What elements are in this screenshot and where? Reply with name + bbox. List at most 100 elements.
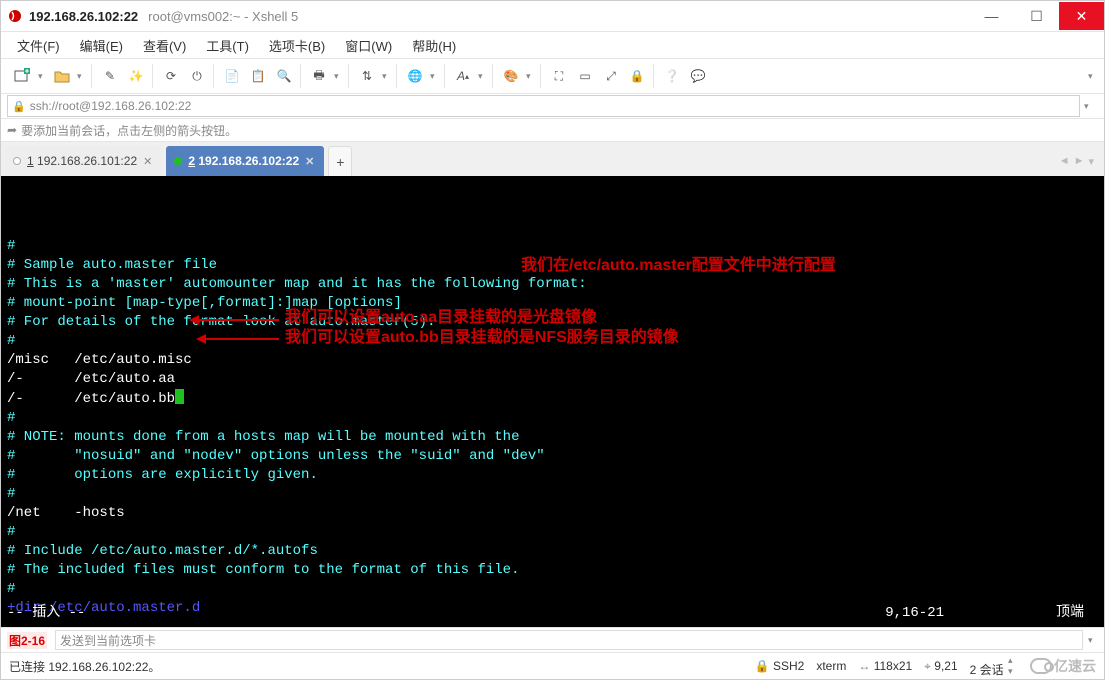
annotation-aa: 我们可以设置auto.aa目录挂载的是光盘镜像 [285, 308, 597, 327]
terminal-line: # NOTE: mounts done from a hosts map wil… [7, 428, 1098, 447]
menu-view[interactable]: 查看(V) [135, 34, 194, 57]
status-connection: 已连接 192.168.26.102:22。 [9, 658, 160, 675]
terminal-line: # "nosuid" and "nodev" options unless th… [7, 447, 1098, 466]
brand-logo: 亿速云 [1030, 656, 1096, 676]
terminal-line: # Include /etc/auto.master.d/*.autofs [7, 542, 1098, 561]
dropdown-icon[interactable]: ▾ [429, 71, 440, 82]
tab-close-icon[interactable]: ✕ [305, 155, 314, 168]
vim-mode: -- 插入 -- [7, 604, 85, 623]
status-pos: ⌖ 9,21 [924, 659, 957, 674]
dropdown-icon[interactable]: ▾ [525, 71, 536, 82]
session-tabs: 1 192.168.26.101:22 ✕ 2 192.168.26.102:2… [1, 141, 1104, 176]
expand-icon[interactable]: ⤢ [599, 64, 623, 88]
wand-icon[interactable]: ✨ [124, 64, 148, 88]
terminal-line: /net -hosts [7, 504, 1098, 523]
terminal-line: # The included files must conform to the… [7, 561, 1098, 580]
terminal-line: # [7, 409, 1098, 428]
menu-tabs[interactable]: 选项卡(B) [261, 34, 333, 57]
window-title: 192.168.26.102:22 [29, 9, 138, 24]
lock-icon[interactable]: 🔒 [625, 64, 649, 88]
terminal-line: # [7, 237, 1098, 256]
menu-help[interactable]: 帮助(H) [404, 34, 464, 57]
cursor-icon [175, 389, 184, 404]
dropdown-icon[interactable]: ▾ [381, 71, 392, 82]
menu-window[interactable]: 窗口(W) [337, 34, 400, 57]
application-window: 192.168.26.102:22 root@vms002:~ - Xshell… [0, 0, 1105, 680]
tab-close-icon[interactable]: ✕ [143, 155, 152, 168]
close-button[interactable]: ✕ [1059, 2, 1104, 30]
dropdown-icon[interactable]: ▾ [76, 71, 87, 82]
address-input[interactable]: 🔒 ssh://root@192.168.26.102:22 [7, 95, 1080, 117]
status-dot-icon [13, 157, 21, 165]
maximize-button[interactable]: ☐ [1014, 2, 1059, 30]
help-icon[interactable]: ❔ [660, 64, 684, 88]
copy-icon[interactable]: 📄 [220, 64, 244, 88]
palette-icon[interactable]: 🎨 [499, 64, 523, 88]
window-controls: — ☐ ✕ [969, 2, 1104, 30]
resize-icon: ↔ [858, 659, 870, 673]
edit-icon[interactable]: ✎ [98, 64, 122, 88]
address-bar: 🔒 ssh://root@192.168.26.102:22 ▾ [1, 93, 1104, 118]
compose-target-icon[interactable]: ▾ [1087, 635, 1098, 646]
vim-position: 9,16-21 [885, 604, 944, 623]
dropdown-icon[interactable]: ▾ [333, 71, 344, 82]
tab-label: 1 192.168.26.101:22 [27, 154, 137, 168]
status-dot-icon [174, 157, 182, 165]
tab-scroll-right-icon[interactable]: ► [1074, 155, 1085, 167]
menu-tools[interactable]: 工具(T) [198, 34, 257, 57]
paste-icon[interactable]: 📋 [246, 64, 270, 88]
status-sessions: 2 会话 ▴ ▾ [970, 655, 1018, 678]
tab-label: 2 192.168.26.102:22 [188, 154, 299, 168]
terminal-line: # [7, 580, 1098, 599]
new-tab-icon[interactable] [11, 64, 35, 88]
arrow-icon[interactable]: ➦ [7, 123, 17, 137]
disconnect-icon[interactable]: ⏻ [185, 64, 209, 88]
tab-scroll-left-icon[interactable]: ◄ [1059, 155, 1070, 167]
address-text: ssh://root@192.168.26.102:22 [30, 99, 192, 113]
tab-session-1[interactable]: 1 192.168.26.101:22 ✕ [5, 146, 162, 176]
aspect-icon[interactable]: ▭ [573, 64, 597, 88]
dropdown-icon[interactable]: ▾ [37, 71, 48, 82]
figure-label: 图2-16 [7, 632, 47, 649]
open-icon[interactable] [50, 64, 74, 88]
terminal-line: # [7, 485, 1098, 504]
hint-text: 要添加当前会话，点击左侧的箭头按钮。 [21, 122, 237, 139]
dropdown-icon[interactable]: ▾ [477, 71, 488, 82]
find-icon[interactable]: 🔍 [272, 64, 296, 88]
printer-icon[interactable]: 🖶 [307, 64, 331, 88]
annotation-bb: 我们可以设置auto.bb目录挂载的是NFS服务目录的镜像 [285, 328, 679, 347]
terminal-line: /- /etc/auto.aa [7, 370, 1098, 389]
fullscreen-icon[interactable]: ⛶ [547, 64, 571, 88]
terminal-line: # [7, 523, 1098, 542]
globe-icon[interactable]: 🌐 [403, 64, 427, 88]
status-bar: 已连接 192.168.26.102:22。 🔒 SSH2 xterm ↔ 11… [1, 652, 1104, 679]
status-term: xterm [816, 659, 846, 673]
address-dropdown-icon[interactable]: ▾ [1080, 101, 1098, 112]
terminal-line: # options are explicitly given. [7, 466, 1098, 485]
compose-placeholder: 发送到当前选项卡 [60, 632, 156, 649]
tab-session-2[interactable]: 2 192.168.26.102:22 ✕ [166, 146, 324, 176]
brand-text: 亿速云 [1054, 656, 1096, 676]
menu-edit[interactable]: 编辑(E) [72, 34, 131, 57]
menu-file[interactable]: 文件(F) [9, 34, 68, 57]
vim-scroll: 顶端 [1056, 604, 1084, 623]
lock-small-icon: 🔒 [12, 100, 26, 113]
compose-input[interactable]: 发送到当前选项卡 [55, 630, 1083, 650]
chat-icon[interactable]: 💬 [686, 64, 710, 88]
cursor-pos-icon: ⌖ [924, 659, 931, 673]
toolbar-overflow-icon[interactable]: ▾ [1087, 71, 1098, 82]
chevron-icon[interactable]: ▴ ▾ [1007, 655, 1018, 677]
terminal-view[interactable]: ## Sample auto.master file# This is a 'm… [1, 176, 1104, 627]
terminal-line: /- /etc/auto.bb [7, 389, 1098, 409]
reconnect-icon[interactable]: ⟳ [159, 64, 183, 88]
transfer-icon[interactable]: ⇅ [355, 64, 379, 88]
minimize-button[interactable]: — [969, 2, 1014, 30]
annotation-top: 我们在/etc/auto.master配置文件中进行配置 [521, 256, 836, 275]
lock-small-icon: 🔒 [755, 659, 770, 673]
compose-bar: 图2-16 发送到当前选项卡 ▾ [1, 627, 1104, 652]
status-ssh: 🔒 SSH2 [755, 659, 805, 673]
tab-list-icon[interactable]: ▾ [1088, 155, 1094, 168]
tab-scroll: ◄ ► ▾ [1059, 146, 1100, 176]
font-icon[interactable]: A▴ [451, 64, 475, 88]
tab-add-button[interactable]: + [328, 146, 352, 176]
